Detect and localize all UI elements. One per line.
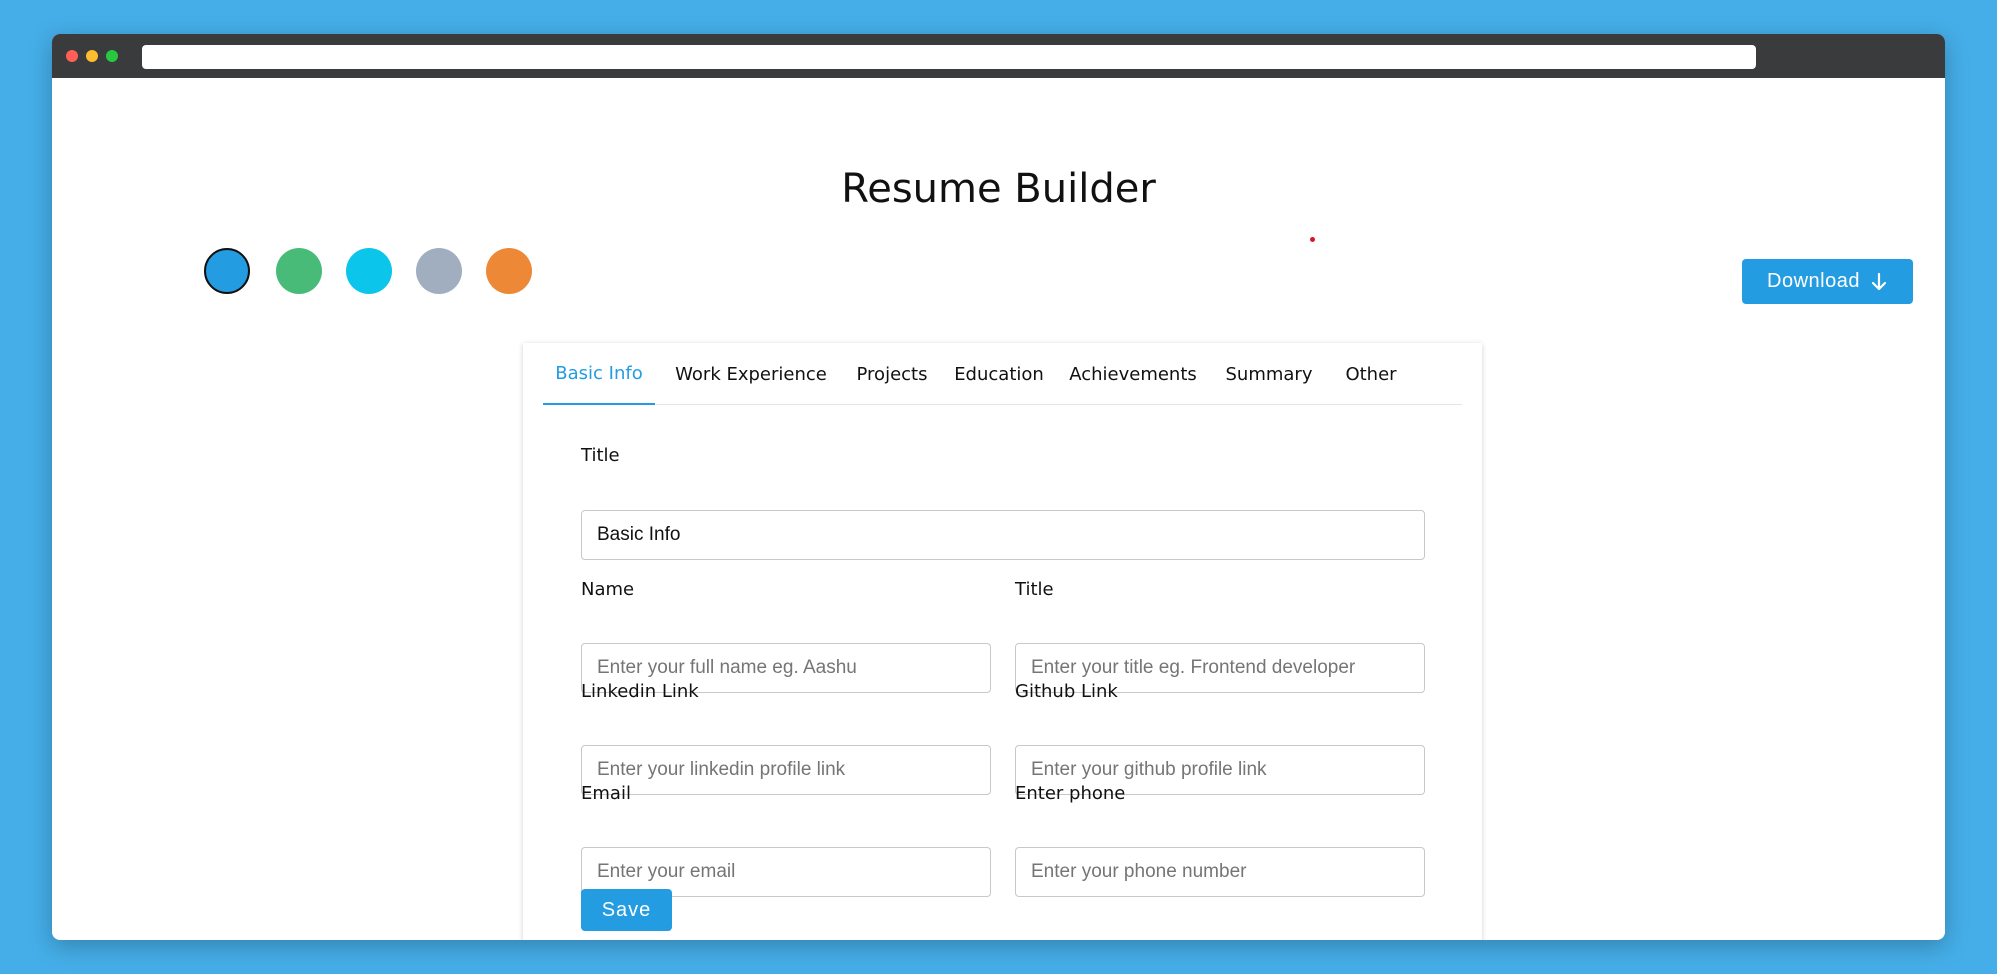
download-button[interactable]: Download <box>1742 259 1913 304</box>
name-label: Name <box>581 579 635 600</box>
tab-basic-info[interactable]: Basic Info <box>543 343 655 405</box>
browser-titlebar <box>52 34 1945 78</box>
section-title-input[interactable] <box>581 510 1425 560</box>
tab-achievements[interactable]: Achievements <box>1061 343 1205 405</box>
tab-summary[interactable]: Summary <box>1215 343 1323 405</box>
tab-other[interactable]: Other <box>1333 343 1409 405</box>
phone-input[interactable] <box>1015 847 1425 897</box>
browser-window: Resume Builder Download Basic Info Work … <box>52 34 1945 940</box>
download-label: Download <box>1767 270 1860 292</box>
job-title-label: Title <box>1015 579 1054 600</box>
indicator-dot <box>1310 237 1315 242</box>
tab-education[interactable]: Education <box>947 343 1051 405</box>
minimize-window-button[interactable] <box>86 50 98 62</box>
arrow-down-icon <box>1871 272 1887 290</box>
form-card: Basic Info Work Experience Projects Educ… <box>523 343 1482 940</box>
color-swatch-blue[interactable] <box>204 248 250 294</box>
email-label: Email <box>581 783 631 804</box>
close-window-button[interactable] <box>66 50 78 62</box>
save-button[interactable]: Save <box>581 889 672 931</box>
maximize-window-button[interactable] <box>106 50 118 62</box>
color-swatch-gray[interactable] <box>416 248 462 294</box>
tab-work-experience[interactable]: Work Experience <box>665 343 837 405</box>
linkedin-label: Linkedin Link <box>581 681 699 702</box>
app-content: Resume Builder Download Basic Info Work … <box>52 78 1945 940</box>
color-swatch-cyan[interactable] <box>346 248 392 294</box>
section-title-label: Title <box>581 445 620 466</box>
color-swatch-orange[interactable] <box>486 248 532 294</box>
color-swatch-green[interactable] <box>276 248 322 294</box>
github-label: Github Link <box>1015 681 1118 702</box>
address-bar[interactable] <box>142 45 1756 69</box>
phone-label: Enter phone <box>1015 783 1126 804</box>
tab-projects[interactable]: Projects <box>847 343 937 405</box>
section-tabs: Basic Info Work Experience Projects Educ… <box>543 343 1462 405</box>
page-title: Resume Builder <box>841 166 1156 212</box>
linkedin-input[interactable] <box>581 745 991 795</box>
